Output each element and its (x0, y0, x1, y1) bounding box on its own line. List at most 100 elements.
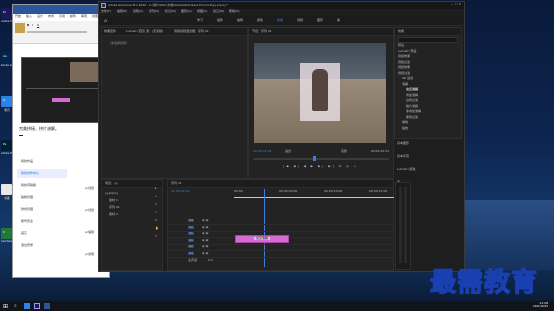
home-icon[interactable]: ⌂ (104, 18, 107, 24)
search-icon[interactable]: ⌕ (14, 303, 17, 309)
premiere-menu-item[interactable]: 窗口(W) (213, 10, 224, 13)
desktop-app-icon[interactable]: C (1, 228, 12, 239)
project-panel[interactable]: 项目：yy yy.prproj 素材 1 序列 01 素材 2 (101, 179, 163, 271)
effects-tree-item[interactable]: 预设 (398, 44, 404, 47)
creator-menu-item[interactable]: 账号安全 (17, 217, 67, 226)
creator-menu-item[interactable]: 退出登录 (17, 241, 67, 250)
source-tab[interactable]: 效果控件 (104, 30, 116, 33)
article-item[interactable]: pr创建 (85, 187, 94, 190)
effects-tree-item[interactable]: 视频过渡 (398, 71, 410, 75)
creator-menu-item[interactable]: 财务管理 (17, 205, 67, 214)
playhead-marker[interactable] (313, 156, 316, 161)
effects-tree-item[interactable]: 白场过渡 (406, 99, 418, 102)
workspace-tab[interactable]: 音频 (297, 19, 303, 22)
premiere-menu-item[interactable]: 图形(G) (181, 10, 192, 13)
effects-tree-item[interactable]: 叠加溶解 (406, 93, 418, 97)
fit-dropdown[interactable]: 适合 (285, 150, 291, 153)
track-toggle-icons[interactable]: ◉ ▣ (202, 245, 208, 248)
word-tab[interactable]: 引用 (59, 15, 65, 18)
master-track[interactable]: 主声道 0.0 (168, 258, 393, 264)
timeline-track[interactable]: A3 ◉ ▣ (168, 251, 393, 258)
master-value[interactable]: 0.0 (208, 259, 213, 262)
track-toggle-icons[interactable]: ◉ ▣ (202, 225, 208, 229)
effects-tree-item[interactable]: 非叠加溶解 (406, 110, 421, 113)
word-tab[interactable]: 审阅 (81, 15, 87, 18)
window-controls[interactable]: — ☐ ✕ (451, 3, 461, 6)
effects-tree-item[interactable]: 音频过渡 (398, 60, 410, 64)
effects-tree-item[interactable]: 溶解 (402, 82, 408, 86)
article-item[interactable]: pr创建 (85, 209, 94, 212)
word-tab[interactable]: 插入 (26, 15, 32, 18)
track-toggle-icons[interactable]: ◉ ▣ (202, 251, 208, 255)
quality-dropdown[interactable]: 完整 (341, 150, 347, 153)
desktop-app-icon[interactable]: Pr (1, 8, 12, 19)
video-clip[interactable]: 交叉溶解 (235, 235, 289, 243)
project-item[interactable]: 序列 01 (109, 206, 120, 209)
workspace-tab[interactable]: 颜色 (257, 19, 263, 22)
effects-search-input[interactable] (398, 37, 458, 43)
tool-icons[interactable]: ▸ ⇿ ✂ ⊢ ✎ ✋ T (155, 184, 163, 240)
effects-tree-item[interactable]: Lumetri 预设 (398, 49, 417, 53)
italic-icon[interactable]: I (32, 24, 33, 27)
right-panel-section[interactable]: Lumetri 颜色 (397, 168, 416, 171)
program-timecode-current[interactable]: 00:00:01:09 (253, 150, 271, 153)
desktop-app-icon[interactable]: Au (1, 52, 12, 63)
taskbar-app-word-icon[interactable] (44, 303, 50, 309)
transition-label[interactable]: 交叉溶解 (254, 237, 271, 240)
workspace-tab[interactable]: 图形 (317, 19, 323, 22)
timeline-timecode[interactable]: 00:00:01:09 (171, 190, 189, 193)
effects-tree-item[interactable]: 交叉溶解 (406, 88, 419, 91)
word-tab[interactable]: 邮件 (70, 15, 76, 18)
project-item[interactable]: 素材 2 (109, 213, 118, 216)
effects-tree-item[interactable]: 视频效果 (398, 66, 410, 69)
desktop-app-icon[interactable]: Ps (1, 140, 12, 151)
creator-menu-item[interactable]: 稿箱管理 (17, 193, 67, 202)
effects-tree-item[interactable]: 缩放 (402, 126, 408, 130)
premiere-window[interactable]: Adobe Premiere Pro 2020 - C:\用户\Mac\文档\A… (98, 1, 465, 272)
right-panel-section[interactable]: 基本声音 (397, 155, 409, 158)
effects-tree-item[interactable]: 音频效果 (398, 55, 410, 58)
paste-icon[interactable] (15, 23, 25, 33)
effects-panel[interactable]: 效果 预设 Lumetri 预设 音频效果 音频过渡 视频效果 视频过渡 3D 运动 溶解 交叉… (394, 27, 462, 139)
transport-controls[interactable]: |◀ ◀| ◀ ▶ ▶| ▶| ⊡ ◎ + (283, 165, 358, 168)
premiere-menu-item[interactable]: 标记(M) (165, 10, 176, 13)
word-tab[interactable]: 布局 (48, 15, 54, 18)
timeline-panel[interactable]: 序列 01 00:00:01:09 00:00 00:00:05:00 00:00:… (167, 179, 394, 271)
source-panel[interactable]: 效果控件 Lumetri 范围 源：(无剪辑) 音频剪辑混合器：序列 01 （未选择剪… (101, 27, 248, 179)
project-item[interactable]: 素材 1 (109, 199, 118, 202)
creator-menu-item[interactable]: 我的草稿箱 (17, 181, 67, 190)
taskbar-app-premiere-icon[interactable] (34, 303, 40, 309)
article-item[interactable]: pr编辑 (85, 231, 94, 234)
premiere-menu-item[interactable]: 剪辑(C) (133, 10, 143, 13)
word-tab[interactable]: 设计 (37, 15, 43, 18)
creator-menu-item[interactable]: 我的创作中心 (17, 169, 67, 178)
program-monitor[interactable]: 节目：序列 01 00:00:01:09 适合 完整 00:00:02:24 |… (248, 27, 394, 179)
timeline-ruler[interactable]: 00:00 00:00:05:00 00:00:10:00 00:00:15:00 (234, 190, 390, 196)
clock-date[interactable]: 2021/10/15 (533, 305, 548, 309)
track-toggle-icons[interactable]: ◉ ▣ (202, 232, 208, 235)
underline-icon[interactable]: U (37, 24, 39, 27)
source-tab[interactable]: 音频剪辑混合器：序列 01 (174, 30, 209, 33)
workspace-tab[interactable]: 库 (337, 19, 340, 22)
word-tab[interactable]: 开始 (15, 15, 21, 18)
effects-tree-item[interactable]: 胶片溶解 (406, 104, 418, 108)
track-toggle-icons[interactable]: ◉ ▣ (202, 238, 208, 242)
workspace-tab[interactable]: 组件 (217, 19, 223, 22)
source-tab[interactable]: Lumetri 范围 (126, 30, 145, 33)
creator-menu-item[interactable]: 其它 (17, 229, 67, 238)
desktop-app-icon[interactable]: G (1, 184, 12, 195)
effects-tree-item[interactable]: 黑场过渡 (406, 115, 418, 119)
effects-tree-item[interactable]: 擦除 (402, 121, 408, 124)
right-panel-section[interactable]: 基本图形 (397, 142, 409, 145)
effects-tree-item[interactable]: 3D 运动 (402, 77, 413, 80)
article-item[interactable]: pr剪辑 (85, 253, 94, 256)
premiere-menu-item[interactable]: 文件(F) (101, 10, 111, 13)
premiere-menu-item[interactable]: 序列(S) (149, 10, 159, 13)
source-tab[interactable]: 源：(无剪辑) (146, 30, 163, 33)
background-document-window[interactable]: 开始 插入 设计 布局 引用 邮件 审阅 视图 B I U 完美拼接，拼片溶解。 我的作品 我的… (12, 4, 110, 278)
project-item[interactable]: yy.prproj (105, 192, 118, 195)
premiere-menu-item[interactable]: 视图(V) (197, 10, 207, 13)
workspace-tab[interactable]: 效果 (277, 19, 283, 22)
premiere-menu-item[interactable]: 帮助(H) (229, 10, 240, 13)
taskbar-app-browser-icon[interactable] (24, 303, 30, 309)
